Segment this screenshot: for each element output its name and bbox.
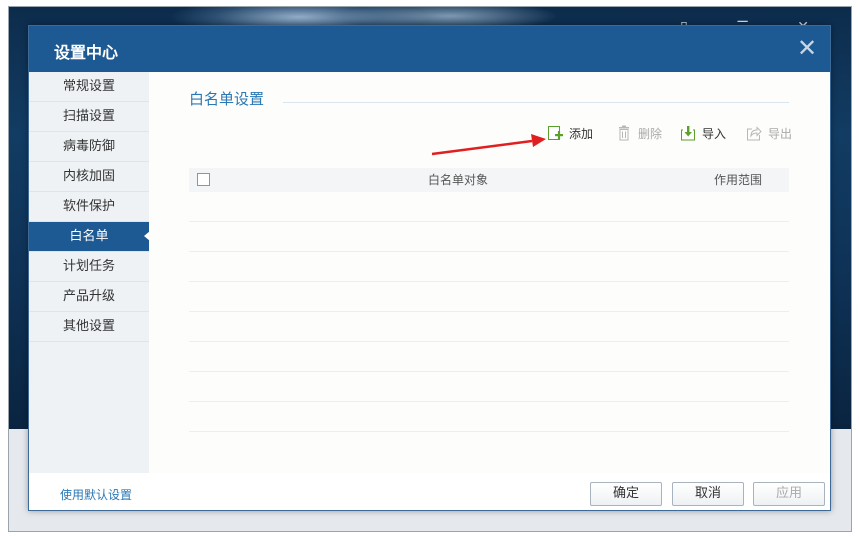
sidebar-item-scan[interactable]: 扫描设置 — [29, 102, 149, 132]
table-row — [189, 312, 789, 342]
settings-sidebar: 常规设置 扫描设置 病毒防御 内核加固 软件保护 白名单 计划任务 产品升级 其… — [29, 72, 150, 473]
whitelist-panel: 白名单设置 添加 删除 导入 导出 白名单对象 作用范围 — [149, 72, 830, 473]
table-row — [189, 192, 789, 222]
whitelist-table: 白名单对象 作用范围 — [189, 168, 789, 432]
sidebar-item-virus-defense[interactable]: 病毒防御 — [29, 132, 149, 162]
dialog-footer: 使用默认设置 确定 取消 应用 — [29, 473, 830, 510]
dialog-titlebar: 设置中心 ✕ — [29, 26, 830, 72]
column-header-object: 白名单对象 — [428, 173, 489, 187]
sidebar-item-software-protection[interactable]: 软件保护 — [29, 192, 149, 222]
table-row — [189, 342, 789, 372]
table-row — [189, 282, 789, 312]
sidebar-item-kernel-hardening[interactable]: 内核加固 — [29, 162, 149, 192]
cancel-button[interactable]: 取消 — [672, 482, 744, 506]
sidebar-item-scheduled-tasks[interactable]: 计划任务 — [29, 252, 149, 282]
export-label: 导出 — [768, 127, 793, 141]
settings-dialog: 设置中心 ✕ 常规设置 扫描设置 病毒防御 内核加固 软件保护 白名单 计划任务… — [28, 25, 831, 511]
dialog-title: 设置中心 — [54, 43, 119, 62]
select-all-checkbox[interactable] — [197, 173, 210, 186]
apply-button[interactable]: 应用 — [753, 482, 825, 506]
trash-icon — [619, 125, 629, 141]
sidebar-item-product-upgrade[interactable]: 产品升级 — [29, 282, 149, 312]
close-icon[interactable]: ✕ — [794, 35, 820, 61]
delete-button[interactable]: 删除 — [616, 124, 676, 144]
table-header: 白名单对象 作用范围 — [189, 168, 789, 192]
column-header-scope: 作用范围 — [714, 173, 763, 187]
add-button[interactable]: 添加 — [547, 124, 607, 144]
table-row — [189, 222, 789, 252]
export-icon — [747, 126, 762, 141]
sidebar-item-whitelist[interactable]: 白名单 — [29, 222, 150, 252]
section-divider — [283, 102, 789, 103]
sidebar-item-other-settings[interactable]: 其他设置 — [29, 312, 149, 342]
section-title: 白名单设置 — [189, 90, 265, 108]
delete-label: 删除 — [638, 127, 663, 141]
import-button[interactable]: 导入 — [680, 124, 740, 144]
table-row — [189, 372, 789, 402]
table-row — [189, 252, 789, 282]
ok-button[interactable]: 确定 — [590, 482, 662, 506]
sidebar-item-general[interactable]: 常规设置 — [29, 72, 149, 102]
export-button[interactable]: 导出 — [746, 124, 806, 144]
add-label: 添加 — [569, 127, 594, 141]
table-row — [189, 402, 789, 432]
import-icon — [681, 126, 695, 141]
add-icon — [548, 126, 563, 140]
restore-defaults-link[interactable]: 使用默认设置 — [60, 486, 132, 503]
import-label: 导入 — [702, 127, 727, 141]
whitelist-toolbar: 添加 删除 导入 导出 — [149, 124, 830, 146]
